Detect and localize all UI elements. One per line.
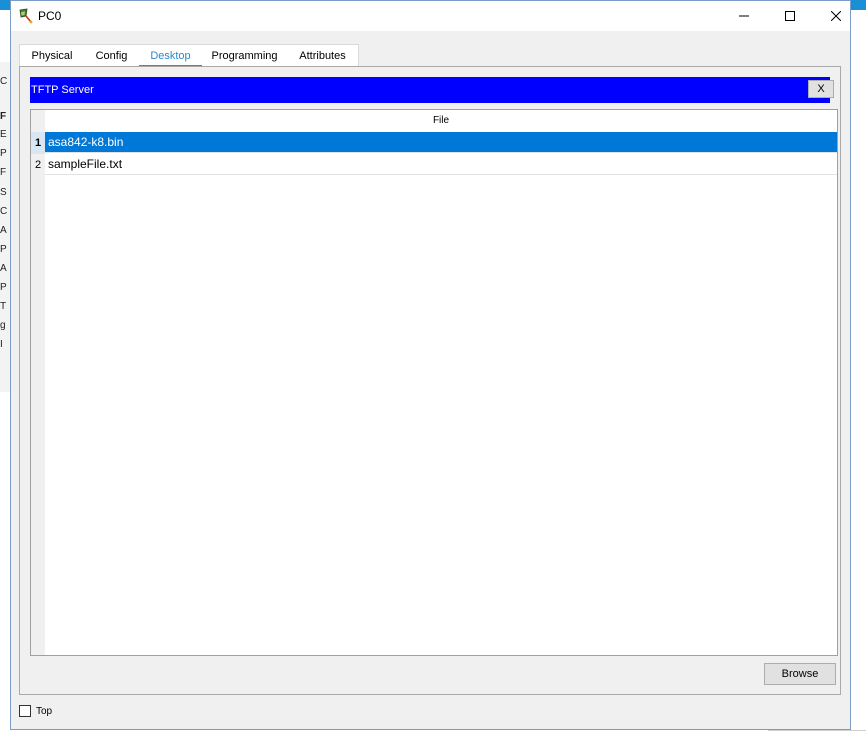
top-label: Top (36, 705, 53, 717)
column-header-file[interactable]: File (45, 110, 837, 133)
background-letter: P (0, 282, 7, 293)
close-button[interactable] (813, 1, 859, 31)
background-letter: C (0, 206, 8, 217)
close-icon (831, 11, 841, 21)
background-letter: C (0, 76, 8, 87)
background-letter: A (0, 263, 7, 274)
tftp-server-header: TFTP Server X (30, 77, 834, 103)
background-right-strip (851, 10, 866, 739)
table-row[interactable]: 2 sampleFile.txt (31, 154, 837, 176)
file-name-cell[interactable]: sampleFile.txt (45, 154, 837, 175)
background-letter: A (0, 225, 7, 236)
tab-config[interactable]: Config (84, 45, 139, 67)
desktop-content-panel: TFTP Server X File 1 asa842-k8.bin 2 sam… (19, 66, 841, 695)
tab-bar: Physical Config Desktop Programming Attr… (19, 44, 359, 68)
background-letter: P (0, 244, 7, 255)
tab-attributes[interactable]: Attributes (287, 45, 358, 67)
top-checkbox-group[interactable]: Top (19, 705, 52, 717)
background-letter: g (0, 320, 6, 331)
top-checkbox[interactable] (19, 705, 31, 717)
maximize-button[interactable] (767, 1, 813, 31)
maximize-icon (785, 11, 795, 21)
background-letter: I (0, 339, 3, 350)
file-name-cell[interactable]: asa842-k8.bin (45, 132, 837, 153)
pc0-window: PC0 Physical Config Desktop Programming … (10, 0, 851, 730)
background-letter: F (0, 111, 7, 122)
browse-button[interactable]: Browse (764, 663, 836, 685)
window-title-bar[interactable]: PC0 (11, 1, 850, 31)
minimize-icon (739, 15, 749, 17)
row-number: 2 (34, 159, 42, 171)
row-number: 1 (31, 132, 45, 154)
background-letter: E (0, 129, 7, 140)
window-title: PC0 (38, 9, 62, 23)
tab-programming[interactable]: Programming (202, 45, 287, 67)
background-letter: F (0, 167, 7, 178)
file-table: File 1 asa842-k8.bin 2 sampleFile.txt (30, 109, 838, 656)
pc-app-icon (18, 8, 34, 24)
app-title: TFTP Server (31, 84, 94, 96)
app-close-button[interactable]: X (808, 80, 834, 98)
tab-physical[interactable]: Physical (20, 45, 84, 67)
background-letter: T (0, 301, 7, 312)
tab-desktop[interactable]: Desktop (139, 45, 202, 68)
table-row[interactable]: 1 asa842-k8.bin (31, 132, 837, 154)
row-number-gutter (31, 110, 45, 655)
background-letter: S (0, 187, 7, 198)
background-letter: P (0, 148, 7, 159)
minimize-button[interactable] (721, 1, 767, 31)
